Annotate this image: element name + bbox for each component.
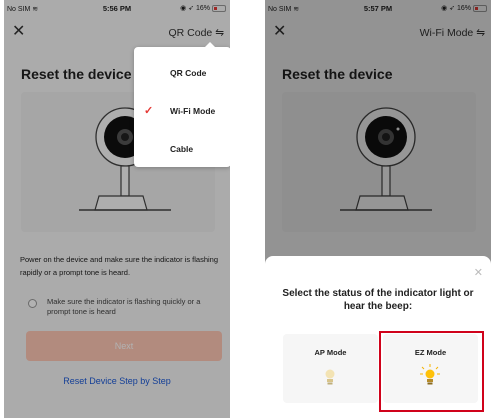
bulb-off-icon [325, 369, 335, 385]
dropdown-item-label: Wi-Fi Mode [170, 106, 216, 116]
dropdown-item-qr-code[interactable]: QR Code [134, 60, 230, 86]
dropdown-item-cable[interactable]: Cable [134, 136, 230, 162]
sheet-title: Select the status of the indicator light… [282, 288, 474, 312]
mode-dropdown: QR Code ✓ Wi-Fi Mode Cable [134, 42, 230, 167]
dropdown-item-wifi-mode[interactable]: ✓ Wi-Fi Mode [134, 98, 230, 124]
ez-mode-highlight [379, 331, 484, 412]
left-phone-screen: No SIM ≋ 5:56 PM ◉ ➶ 16% ✕ QR Code ⇋ Res… [4, 0, 230, 418]
close-icon[interactable]: ✕ [474, 266, 483, 279]
dropdown-item-label: Cable [170, 144, 194, 154]
ap-mode-label: AP Mode [314, 348, 347, 357]
ap-mode-option[interactable]: AP Mode [283, 334, 378, 403]
dropdown-item-label: QR Code [170, 68, 207, 78]
checkmark-icon: ✓ [144, 105, 154, 117]
